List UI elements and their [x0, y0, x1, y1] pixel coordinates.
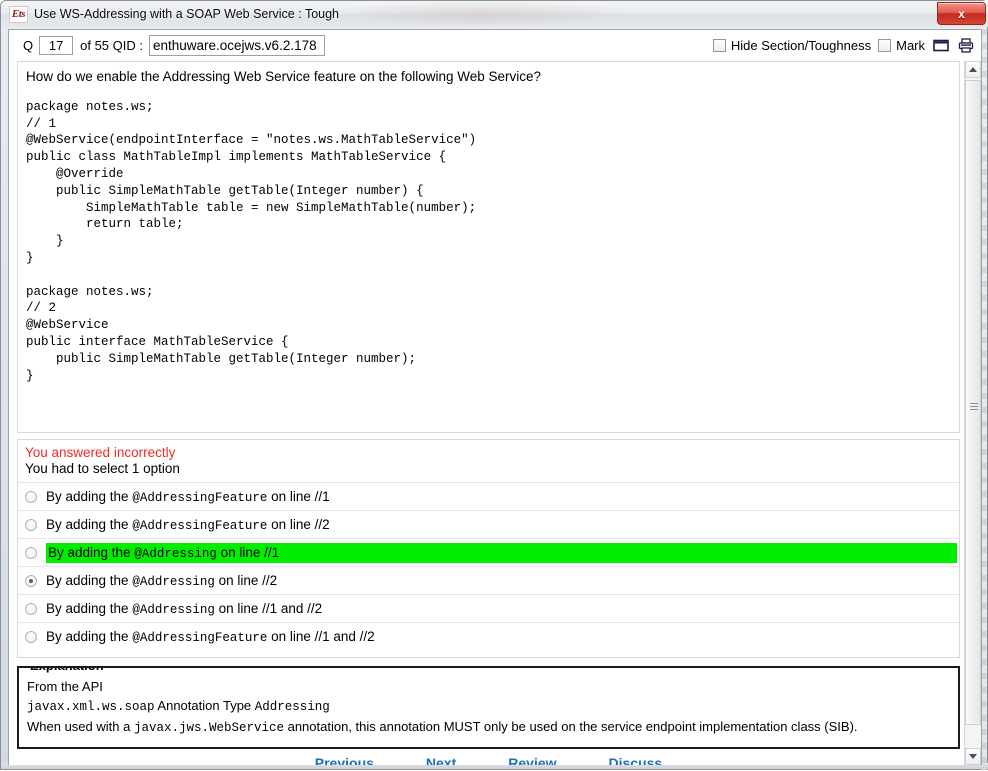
explanation-line-2-mid: Annotation Type	[154, 698, 255, 713]
discuss-link[interactable]: Discuss	[609, 755, 663, 765]
option-annotation-name: @Addressing	[132, 602, 215, 617]
title-bar: Ets Use WS-Addressing with a SOAP Web Se…	[1, 1, 988, 27]
option-text-suffix: on line //1	[216, 544, 280, 560]
question-total-label: of 55 QID :	[80, 38, 143, 53]
answer-option-label: By adding the @AddressingFeature on line…	[46, 487, 959, 507]
answer-panel: You answered incorrectly You had to sele…	[17, 439, 960, 658]
answer-option-3[interactable]: By adding the @Addressing on line //1	[18, 538, 959, 566]
answer-option-2[interactable]: By adding the @AddressingFeature on line…	[18, 510, 959, 538]
option-text-prefix: By adding the	[46, 600, 133, 616]
explanation-panel: Explanation From the API javax.xml.ws.so…	[17, 666, 960, 749]
answer-option-label: By adding the @Addressing on line //1 an…	[46, 599, 959, 619]
answer-option-label: By adding the @AddressingFeature on line…	[46, 627, 959, 647]
question-prompt: How do we enable the Addressing Web Serv…	[26, 69, 542, 84]
radio-button-icon[interactable]	[25, 546, 37, 559]
explanation-line-3: When used with a javax.jws.WebService an…	[27, 717, 950, 738]
answer-option-5[interactable]: By adding the @Addressing on line //1 an…	[18, 594, 959, 622]
options-list: By adding the @AddressingFeature on line…	[18, 482, 959, 650]
mark-label: Mark	[896, 38, 925, 53]
option-text-suffix: on line //1 and //2	[267, 628, 375, 644]
option-text-suffix: on line //2	[214, 572, 278, 588]
explanation-annotation-name: Addressing	[254, 700, 330, 714]
option-text-prefix: By adding the	[46, 572, 133, 588]
option-annotation-name: @AddressingFeature	[132, 490, 268, 505]
option-text-suffix: on line //1	[267, 488, 330, 504]
explanation-line-3-pre: When used with a	[27, 719, 134, 734]
option-text-suffix: on line //1 and //2	[214, 600, 323, 616]
mark-checkbox[interactable]: Mark	[878, 38, 925, 53]
radio-button-icon[interactable]	[25, 574, 37, 587]
window-title: Use WS-Addressing with a SOAP Web Servic…	[34, 7, 339, 21]
option-text-prefix: By adding the	[46, 488, 133, 504]
option-annotation-name: @Addressing	[134, 546, 217, 561]
explanation-line-1: From the API	[27, 679, 103, 694]
question-number-label: Q	[23, 38, 34, 53]
application-window: Ets Use WS-Addressing with a SOAP Web Se…	[0, 0, 988, 771]
next-link[interactable]: Next	[426, 755, 456, 765]
checkbox-box-icon	[878, 39, 892, 52]
option-annotation-name: @AddressingFeature	[132, 518, 268, 533]
question-code-block: package notes.ws; // 1 @WebService(endpo…	[26, 99, 477, 383]
question-toolbar: Q of 55 QID : Hide Section/Toughness Mar…	[9, 30, 981, 61]
answer-option-label: By adding the @AddressingFeature on line…	[46, 515, 959, 535]
option-text-prefix: By adding the	[48, 544, 135, 560]
question-panel: How do we enable the Addressing Web Serv…	[17, 61, 960, 433]
vertical-scrollbar[interactable]	[964, 61, 981, 765]
radio-button-icon[interactable]	[25, 518, 37, 531]
radio-button-icon[interactable]	[25, 630, 37, 643]
checkbox-box-icon	[712, 39, 726, 52]
answer-option-label: By adding the @Addressing on line //2	[46, 571, 959, 591]
client-area: Q of 55 QID : Hide Section/Toughness Mar…	[8, 29, 982, 765]
answer-option-1[interactable]: By adding the @AddressingFeature on line…	[18, 482, 959, 510]
option-annotation-name: @Addressing	[132, 574, 215, 589]
radio-button-icon[interactable]	[25, 490, 37, 503]
hide-section-toughness-label: Hide Section/Toughness	[730, 38, 872, 53]
window-icon[interactable]	[932, 37, 950, 55]
qid-input[interactable]	[149, 35, 325, 56]
radio-button-icon[interactable]	[25, 602, 37, 615]
verdict-text: You answered incorrectly	[25, 445, 176, 460]
explanation-legend: Explanation	[28, 668, 108, 673]
body-row: How do we enable the Addressing Web Serv…	[9, 61, 981, 765]
answer-option-6[interactable]: By adding the @AddressingFeature on line…	[18, 622, 959, 650]
content-column: How do we enable the Addressing Web Serv…	[9, 61, 964, 765]
explanation-package-name: javax.xml.ws.soap	[27, 700, 155, 714]
scroll-up-arrow-icon[interactable]	[965, 61, 981, 78]
hide-section-toughness-checkbox[interactable]: Hide Section/Toughness	[712, 38, 872, 53]
option-text-suffix: on line //2	[267, 516, 330, 532]
explanation-line-2: javax.xml.ws.soap Annotation Type Addres…	[27, 696, 950, 717]
explanation-webservice-annotation: javax.jws.WebService	[133, 721, 284, 735]
option-text-prefix: By adding the	[46, 516, 133, 532]
scrollbar-thumb[interactable]	[965, 80, 981, 725]
question-number-input[interactable]	[39, 36, 74, 55]
answer-option-label: By adding the @Addressing on line //1	[46, 542, 957, 563]
review-link[interactable]: Review	[508, 755, 556, 765]
scroll-down-arrow-icon[interactable]	[965, 748, 981, 765]
scrollbar-track[interactable]	[965, 78, 981, 748]
option-text-prefix: By adding the	[46, 628, 133, 644]
verdict-subtext: You had to select 1 option	[25, 461, 180, 476]
footer-navigation: Previous Next Review Discuss	[17, 749, 960, 765]
option-annotation-name: @AddressingFeature	[132, 630, 268, 645]
answer-option-4[interactable]: By adding the @Addressing on line //2	[18, 566, 959, 594]
app-logo-icon: Ets	[9, 5, 28, 23]
close-icon[interactable]: x	[937, 2, 986, 25]
previous-link[interactable]: Previous	[315, 755, 374, 765]
print-icon[interactable]	[957, 37, 975, 55]
explanation-line-3-post: annotation, this annotation MUST only be…	[283, 719, 858, 734]
scrollbar-grip-icon	[970, 403, 978, 410]
